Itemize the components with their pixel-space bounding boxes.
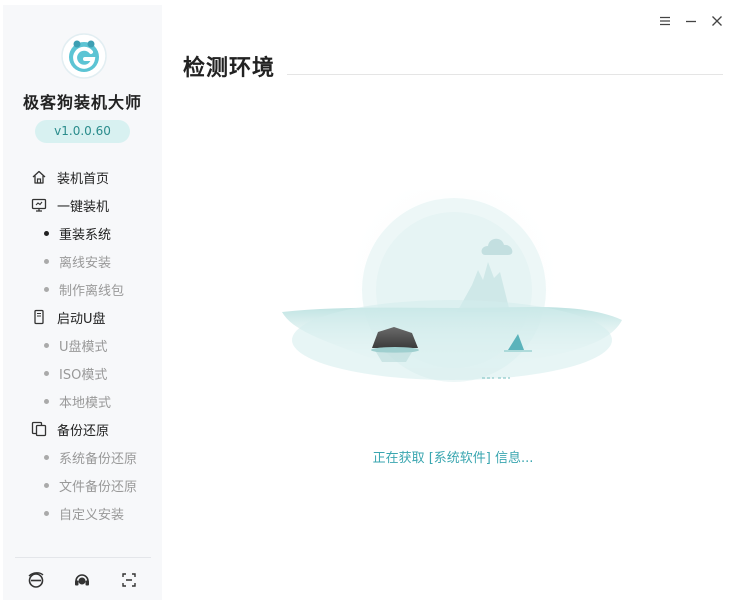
app-window: 极客狗装机大师 v1.0.0.60 装机首页 一键装机 重装系统 离线安装 制作… [0, 0, 744, 604]
title-divider [287, 74, 723, 75]
main-panel: 检测环境 正在获取 [系统软件] 信息... [162, 0, 744, 604]
menu-icon[interactable] [658, 14, 672, 28]
bullet-dot-icon [44, 286, 49, 292]
nav-item-home[interactable]: 装机首页 [3, 163, 162, 191]
nav-item-label: 备份还原 [57, 423, 110, 439]
sidebar-footer [3, 570, 162, 590]
sidebar-divider [15, 557, 151, 558]
app-logo-icon [60, 32, 108, 80]
nav-item-label: 本地模式 [59, 395, 112, 411]
nav-sub-reinstall-system[interactable]: 重装系统 [3, 219, 162, 247]
nav-item-boot-usb[interactable]: 启动U盘 [3, 303, 162, 331]
nav-item-label: 重装系统 [59, 227, 112, 243]
page-title: 检测环境 [183, 56, 276, 81]
backup-icon [31, 421, 47, 437]
support-headset-icon[interactable] [72, 570, 92, 590]
nav-sub-custom-install[interactable]: 自定义安装 [3, 499, 162, 527]
nav-item-label: 装机首页 [57, 171, 110, 187]
screenshot-icon[interactable] [119, 570, 139, 590]
bullet-dot-icon [44, 454, 49, 460]
nav-item-label: 制作离线包 [59, 283, 125, 299]
nav-item-one-click-install[interactable]: 一键装机 [3, 191, 162, 219]
bullet-dot-icon [44, 258, 49, 264]
status-text: 正在获取 [系统软件] 信息... [372, 451, 534, 466]
window-controls [658, 14, 724, 28]
nav-sub-usb-mode[interactable]: U盘模式 [3, 331, 162, 359]
nav-sub-file-backup-restore[interactable]: 文件备份还原 [3, 471, 162, 499]
app-name: 极客狗装机大师 [22, 93, 142, 112]
nav-sub-make-offline-package[interactable]: 制作离线包 [3, 275, 162, 303]
environment-check-illustration [282, 178, 632, 430]
nav-item-label: 文件备份还原 [59, 479, 138, 495]
bullet-dot-icon [44, 510, 49, 516]
bullet-dot-icon [44, 230, 49, 236]
home-icon [31, 169, 47, 185]
bullet-dot-icon [44, 342, 49, 348]
version-badge: v1.0.0.60 [35, 120, 130, 143]
nav-sub-iso-mode[interactable]: ISO模式 [3, 359, 162, 387]
nav-item-label: 系统备份还原 [59, 451, 138, 467]
nav-item-label: 一键装机 [57, 199, 110, 215]
bullet-dot-icon [44, 370, 49, 376]
nav-item-label: U盘模式 [59, 339, 108, 355]
usb-drive-icon [31, 309, 47, 325]
nav-item-backup-restore[interactable]: 备份还原 [3, 415, 162, 443]
sidebar: 极客狗装机大师 v1.0.0.60 装机首页 一键装机 重装系统 离线安装 制作… [3, 5, 162, 600]
bullet-dot-icon [44, 398, 49, 404]
minimize-icon[interactable] [684, 14, 698, 28]
nav-sub-system-backup-restore[interactable]: 系统备份还原 [3, 443, 162, 471]
monitor-icon [31, 197, 47, 213]
sidebar-nav: 装机首页 一键装机 重装系统 离线安装 制作离线包 启动U盘 U盘模式 ISO模… [3, 163, 162, 527]
browser-icon[interactable] [26, 570, 46, 590]
nav-item-label: 离线安装 [59, 255, 112, 271]
nav-item-label: 自定义安装 [59, 507, 125, 523]
nav-sub-local-mode[interactable]: 本地模式 [3, 387, 162, 415]
nav-item-label: 启动U盘 [57, 311, 106, 327]
bullet-dot-icon [44, 482, 49, 488]
nav-item-label: ISO模式 [59, 367, 108, 383]
nav-sub-offline-install[interactable]: 离线安装 [3, 247, 162, 275]
close-icon[interactable] [710, 14, 724, 28]
